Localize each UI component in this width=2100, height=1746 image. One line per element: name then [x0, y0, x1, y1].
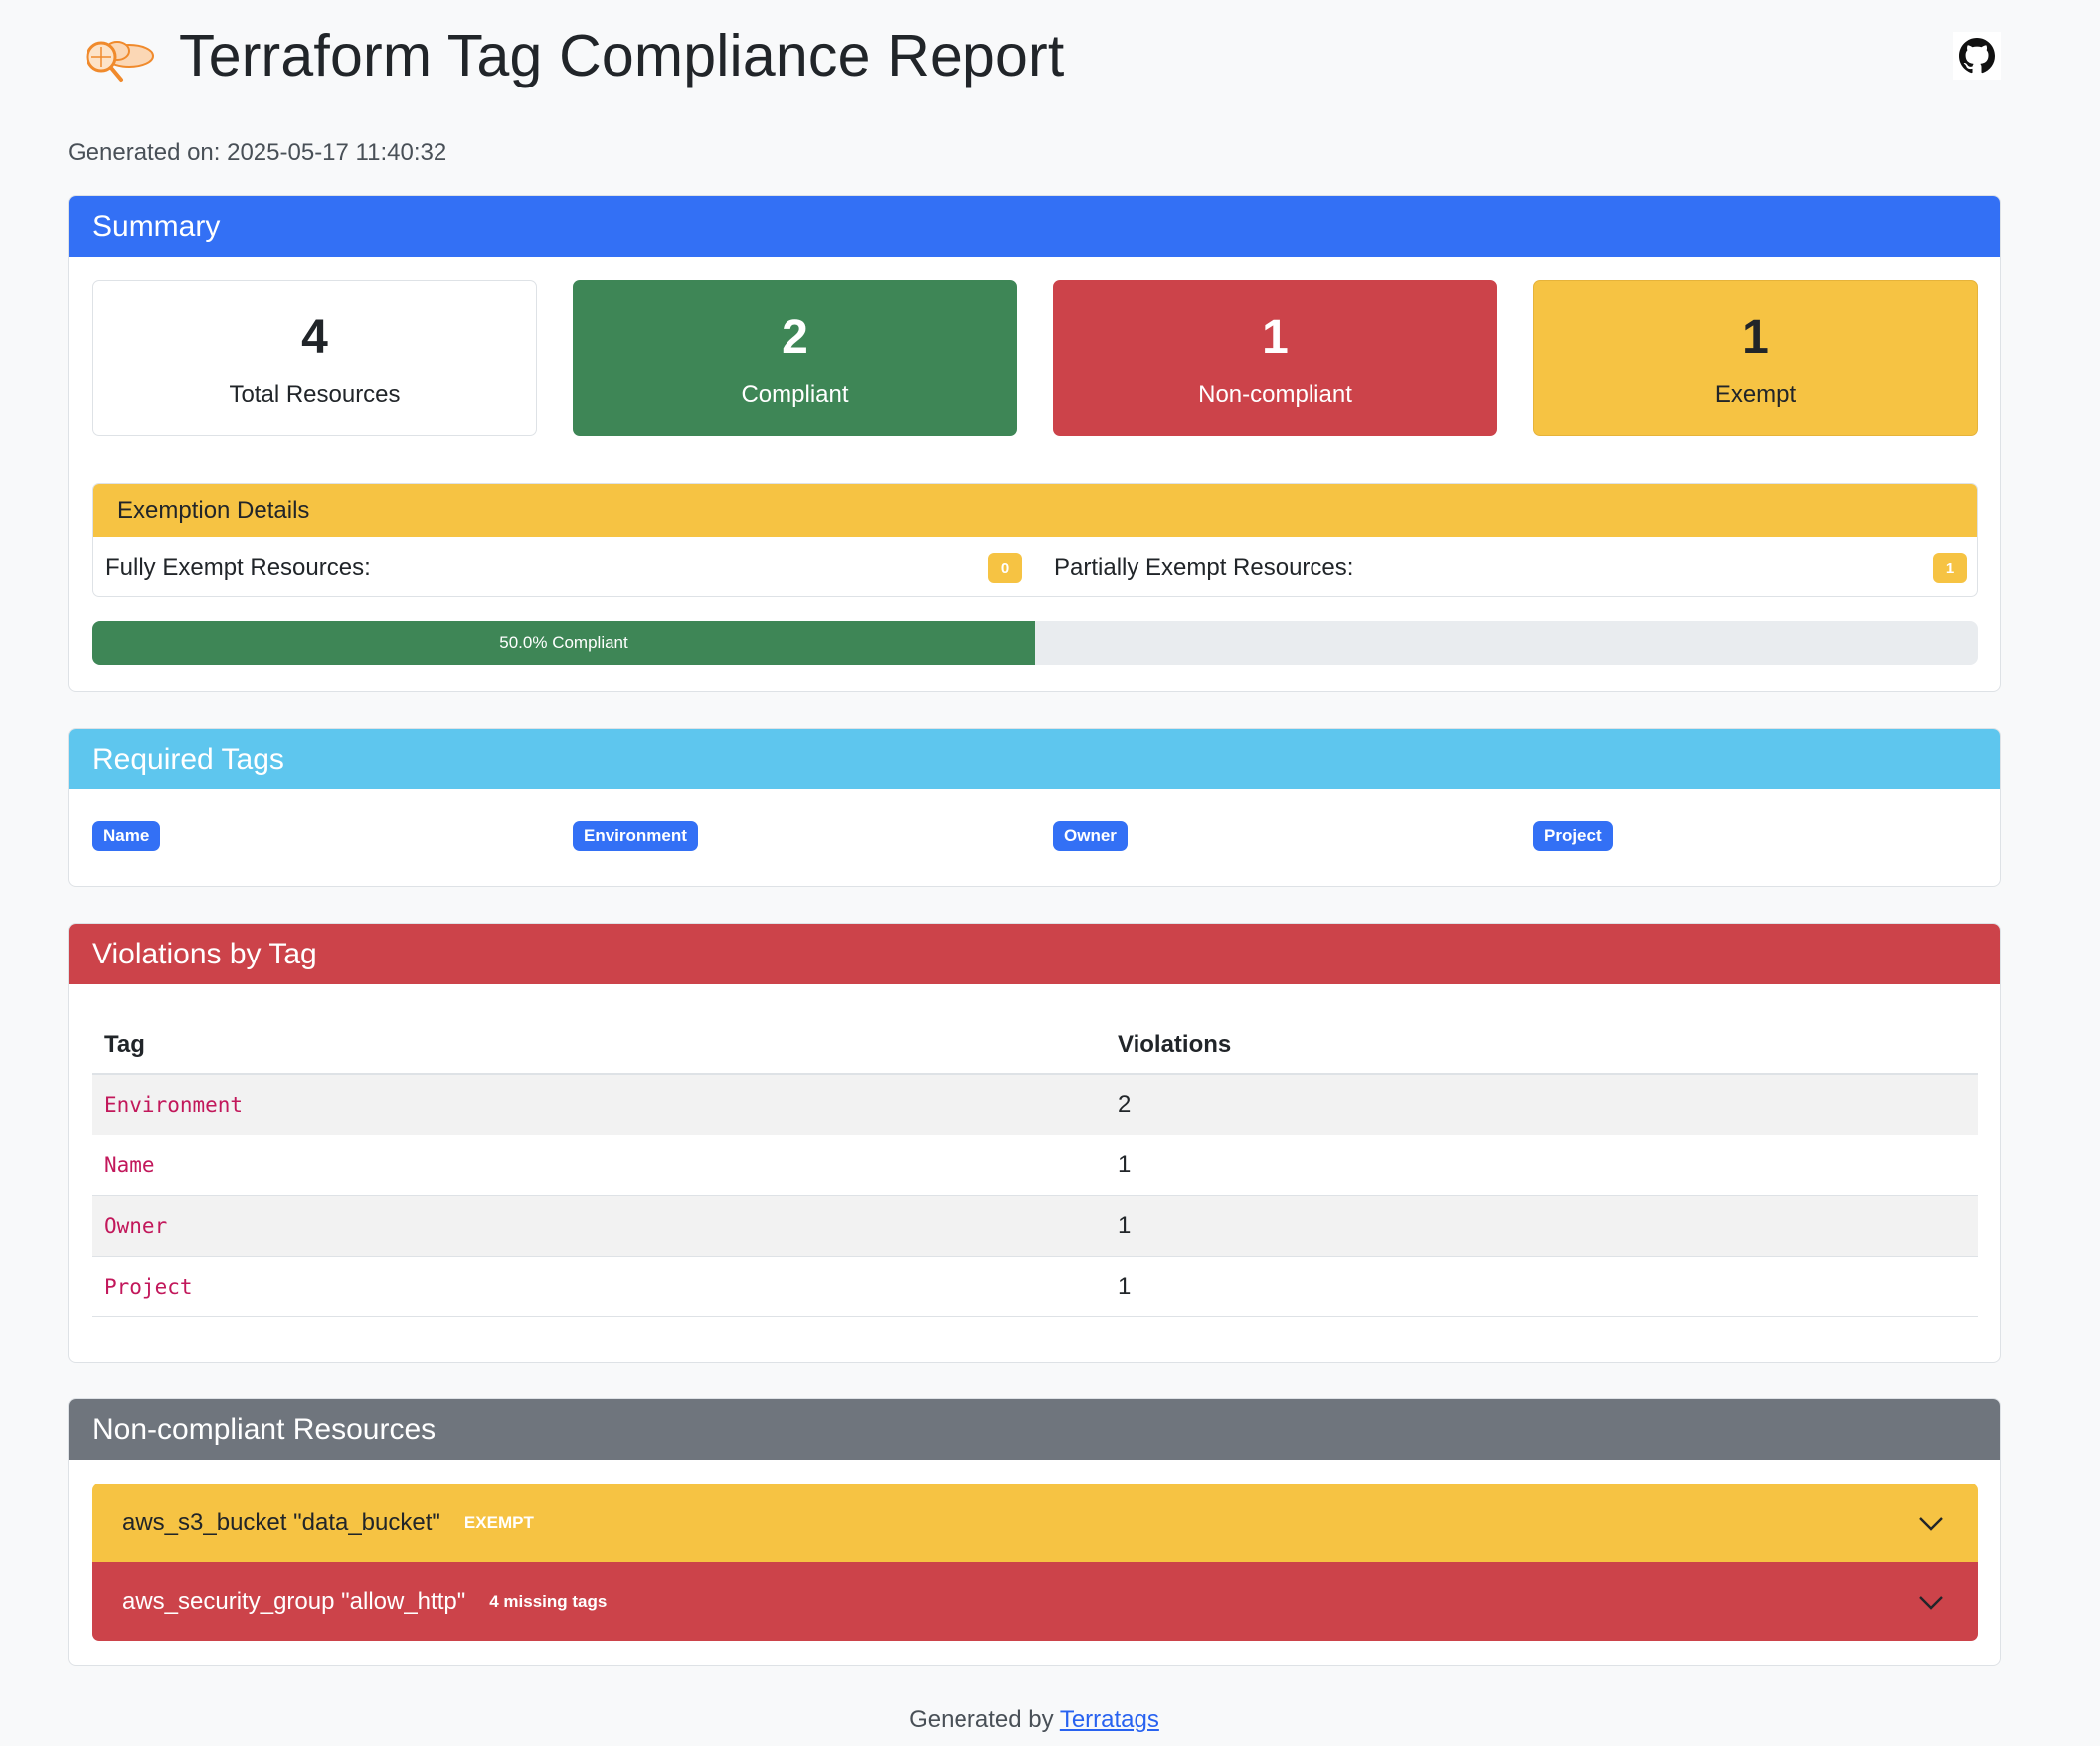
required-tag-badge: Project [1533, 821, 1613, 851]
partially-exempt-row: Partially Exempt Resources: 1 [1054, 539, 1967, 596]
violations-cell: 1 [1106, 1195, 1978, 1257]
stat-value: 1 [1742, 311, 1769, 364]
stat-label: Non-compliant [1198, 381, 1352, 408]
summary-heading: Summary [69, 196, 2000, 257]
table-row: Name 1 [92, 1135, 1978, 1196]
table-header-row: Tag Violations [92, 1016, 1978, 1075]
stat-label: Compliant [741, 381, 849, 408]
chevron-down-icon [1919, 1517, 1943, 1531]
chevron-down-icon [1919, 1596, 1943, 1610]
noncompliant-resources-card: Non-compliant Resources aws_s3_bucket "d… [68, 1398, 2001, 1666]
required-tag-badge: Environment [573, 821, 698, 851]
compliance-progress: 50.0% Compliant [92, 621, 1978, 665]
tag-cell: Owner [92, 1195, 1106, 1257]
compliance-progress-bar: 50.0% Compliant [92, 621, 1035, 665]
table-row: Environment 2 [92, 1074, 1978, 1135]
github-link[interactable] [1953, 32, 2001, 80]
tag-cell: Project [92, 1256, 1106, 1317]
column-header-tag: Tag [92, 1016, 1106, 1075]
stat-value: 4 [301, 311, 328, 364]
stat-label: Total Resources [229, 381, 401, 408]
table-row: Owner 1 [92, 1195, 1978, 1257]
exemption-details: Exemption Details Fully Exempt Resources… [92, 483, 1978, 597]
violations-cell: 1 [1106, 1256, 1978, 1317]
tag-cell: Environment [92, 1074, 1106, 1135]
stat-non-compliant: 1 Non-compliant [1053, 280, 1497, 436]
page-title: Terraform Tag Compliance Report [179, 23, 1065, 88]
stat-exempt: 1 Exempt [1533, 280, 1978, 436]
violations-cell: 2 [1106, 1074, 1978, 1135]
terratags-logo-icon [86, 41, 154, 82]
resource-accordion-item[interactable]: aws_s3_bucket "data_bucket" EXEMPT [92, 1484, 1978, 1562]
fully-exempt-count-badge: 0 [988, 553, 1022, 583]
stat-value: 2 [782, 311, 808, 364]
violations-heading: Violations by Tag [69, 924, 2000, 984]
table-row: Project 1 [92, 1256, 1978, 1317]
stat-label: Exempt [1714, 381, 1797, 408]
tag-cell: Name [92, 1135, 1106, 1196]
stat-total-resources: 4 Total Resources [92, 280, 537, 436]
stat-compliant: 2 Compliant [573, 280, 1017, 436]
required-tags-heading: Required Tags [69, 729, 2000, 789]
violations-card: Violations by Tag Tag Violations Environ… [68, 923, 2001, 1363]
exemption-heading: Exemption Details [93, 484, 1977, 537]
partially-exempt-label: Partially Exempt Resources: [1054, 554, 1354, 581]
violations-table: Tag Violations Environment 2 Name 1 Owne… [92, 1016, 1978, 1317]
report-page: Terraform Tag Compliance Report Generate… [68, 0, 2001, 1733]
terratags-link[interactable]: Terratags [1060, 1706, 1159, 1733]
column-header-violations: Violations [1106, 1016, 1978, 1075]
partially-exempt-count-badge: 1 [1933, 553, 1967, 583]
resource-name: aws_s3_bucket "data_bucket" [122, 1508, 440, 1536]
stat-value: 1 [1262, 311, 1289, 364]
resource-accordion-item[interactable]: aws_security_group "allow_http" 4 missin… [92, 1562, 1978, 1641]
missing-tags-badge: 4 missing tags [489, 1591, 608, 1611]
github-icon [1959, 38, 1995, 74]
page-header: Terraform Tag Compliance Report [68, 0, 2001, 119]
page-footer: Generated by Terratags [68, 1706, 2001, 1734]
generated-timestamp: Generated on: 2025-05-17 11:40:32 [68, 139, 447, 166]
resource-name: aws_security_group "allow_http" [122, 1587, 466, 1615]
violations-cell: 1 [1106, 1135, 1978, 1196]
required-tag-badge: Name [92, 821, 161, 851]
exempt-badge: EXEMPT [463, 1512, 534, 1532]
fully-exempt-row: Fully Exempt Resources: 0 [105, 539, 1022, 596]
fully-exempt-label: Fully Exempt Resources: [105, 554, 371, 581]
required-tags-card: Required Tags Name Environment Owner Pro… [68, 728, 2001, 887]
noncompliant-heading: Non-compliant Resources [69, 1399, 2000, 1460]
required-tag-badge: Owner [1053, 821, 1128, 851]
footer-text: Generated by [909, 1706, 1060, 1733]
summary-card: Summary 4 Total Resources 2 Compliant 1 … [68, 195, 2001, 692]
